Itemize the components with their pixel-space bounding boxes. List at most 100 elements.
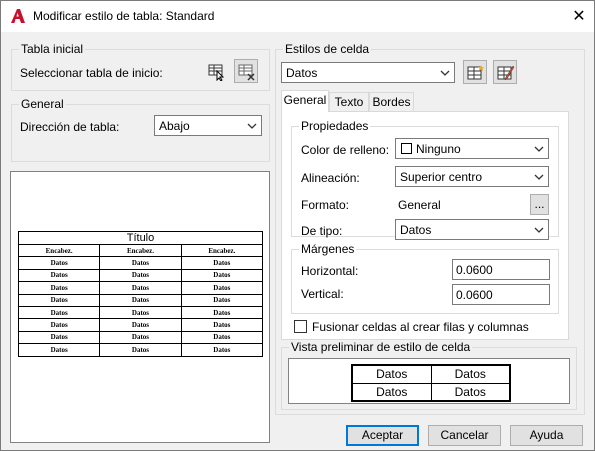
table-preview: Título Encabez. Encabez. Encabez. Datos D…: [10, 171, 270, 443]
chevron-down-icon: [534, 146, 544, 152]
cancel-button[interactable]: Cancelar: [428, 425, 501, 446]
preview-data-cell: Datos: [99, 256, 182, 270]
accept-button[interactable]: Aceptar: [346, 425, 419, 446]
preview-data-cell: Datos: [99, 268, 182, 283]
close-button[interactable]: ✕: [564, 3, 594, 30]
horizontal-margin-label: Horizontal:: [301, 264, 359, 278]
new-cell-style-button[interactable]: [463, 60, 487, 84]
preview-row: Datos Datos Datos: [17, 343, 264, 357]
preview-data-cell: Datos: [180, 318, 264, 332]
autocad-logo-icon: [11, 9, 25, 23]
preview-data-cell: Datos: [99, 293, 182, 307]
cell-preview-label: Vista preliminar de estilo de celda: [289, 340, 473, 354]
color-swatch-icon: [401, 143, 412, 154]
tab-general-label: General: [283, 93, 327, 107]
preview-data-cell: Datos: [180, 343, 264, 357]
cell-styles-group: Estilos de celda Datos General Texto Bor…: [275, 42, 585, 415]
preview-row: Datos Datos Datos: [17, 305, 264, 320]
tab-general[interactable]: General: [281, 90, 329, 112]
type-label: De tipo:: [301, 224, 343, 238]
remove-start-table-button[interactable]: [234, 59, 258, 83]
manage-cell-styles-icon: [497, 65, 515, 81]
cell-style-value: Datos: [286, 66, 318, 80]
remove-table-icon: [238, 64, 255, 81]
merge-cells-checkbox[interactable]: [294, 320, 307, 333]
cell-preview-cell: Datos: [430, 364, 511, 384]
preview-data-cell: Datos: [17, 343, 101, 357]
preview-table: Título Encabez. Encabez. Encabez. Datos D…: [17, 231, 264, 357]
preview-title: Título: [18, 231, 263, 245]
select-table-button[interactable]: [204, 59, 228, 83]
preview-data-cell: Datos: [17, 293, 101, 307]
preview-data-cell: Datos: [180, 268, 264, 283]
alignment-label: Alineación:: [301, 171, 360, 185]
window-title: Modificar estilo de tabla: Standard: [33, 9, 215, 23]
preview-data-cell: Datos: [99, 305, 182, 320]
new-cell-style-icon: [467, 65, 484, 80]
cell-preview-cell: Datos: [351, 364, 432, 384]
cell-styles-label: Estilos de celda: [283, 42, 372, 56]
tab-bordes-label: Bordes: [372, 95, 411, 109]
format-label: Formato:: [301, 198, 350, 212]
preview-header-cell: Encabez.: [17, 243, 101, 258]
cell-style-select[interactable]: Datos: [281, 62, 455, 83]
tab-bordes[interactable]: Bordes: [369, 92, 414, 112]
cell-preview-area: Datos Datos Datos Datos: [288, 358, 570, 404]
preview-row: Datos Datos Datos: [17, 330, 264, 345]
preview-data-cell: Datos: [99, 343, 182, 357]
preview-data-cell: Datos: [180, 293, 264, 307]
select-start-table-label: Seleccionar tabla de inicio:: [20, 66, 163, 80]
tabla-inicial-group: Tabla inicial Seleccionar tabla de inici…: [11, 42, 270, 91]
preview-row: Datos Datos Datos: [17, 256, 264, 270]
properties-group: Propiedades Color de relleno: Ninguno Al…: [291, 119, 559, 240]
type-value: Datos: [400, 223, 432, 237]
table-direction-value: Abajo: [159, 119, 190, 133]
preview-data-cell: Datos: [17, 256, 101, 270]
preview-data-cell: Datos: [180, 281, 264, 295]
preview-data-cell: Datos: [99, 318, 182, 332]
horizontal-margin-input[interactable]: 0.0600: [452, 259, 550, 280]
tab-texto-label: Texto: [334, 95, 364, 109]
type-select[interactable]: Datos: [395, 219, 549, 240]
preview-data-cell: Datos: [180, 305, 264, 320]
alignment-value: Superior centro: [400, 170, 483, 184]
tabla-inicial-label: Tabla inicial: [19, 42, 86, 56]
chevron-down-icon: [534, 227, 544, 233]
chevron-down-icon: [440, 70, 450, 76]
cell-preview-cell: Datos: [351, 382, 432, 402]
format-value: General: [398, 198, 441, 212]
margins-label: Márgenes: [299, 242, 357, 256]
help-button[interactable]: Ayuda: [510, 425, 583, 446]
ellipsis-icon: ...: [534, 197, 545, 211]
close-icon: ✕: [572, 8, 586, 25]
properties-label: Propiedades: [299, 119, 371, 133]
fill-color-label: Color de relleno:: [301, 143, 390, 157]
preview-data-cell: Datos: [180, 256, 264, 270]
merge-cells-label[interactable]: Fusionar celdas al crear filas y columna…: [312, 320, 529, 334]
format-browse-button[interactable]: ...: [530, 194, 549, 215]
table-direction-label: Dirección de tabla:: [20, 120, 120, 134]
preview-header-cell: Encabez.: [180, 243, 264, 258]
table-direction-select[interactable]: Abajo: [154, 115, 262, 136]
alignment-select[interactable]: Superior centro: [395, 166, 549, 187]
vertical-margin-input[interactable]: 0.0600: [452, 284, 550, 305]
preview-data-cell: Datos: [17, 305, 101, 320]
fill-color-select[interactable]: Ninguno: [395, 138, 549, 159]
preview-data-cell: Datos: [17, 330, 101, 345]
tab-panel-general: Propiedades Color de relleno: Ninguno Al…: [281, 111, 569, 340]
tab-texto[interactable]: Texto: [329, 92, 369, 112]
cell-preview-cell: Datos: [430, 382, 511, 402]
preview-data-cell: Datos: [17, 318, 101, 332]
preview-header-cell: Encabez.: [99, 243, 182, 258]
title-bar: Modificar estilo de tabla: Standard ✕: [1, 1, 594, 32]
preview-row: Datos Datos Datos: [17, 268, 264, 283]
preview-data-cell: Datos: [180, 330, 264, 345]
preview-row: Datos Datos Datos: [17, 293, 264, 307]
fill-color-value: Ninguno: [416, 142, 461, 156]
preview-data-cell: Datos: [99, 330, 182, 345]
general-group: General Dirección de tabla: Abajo: [11, 97, 270, 162]
preview-data-cell: Datos: [17, 281, 101, 295]
chevron-down-icon: [534, 174, 544, 180]
chevron-down-icon: [247, 123, 257, 129]
manage-cell-styles-button[interactable]: [493, 60, 517, 84]
